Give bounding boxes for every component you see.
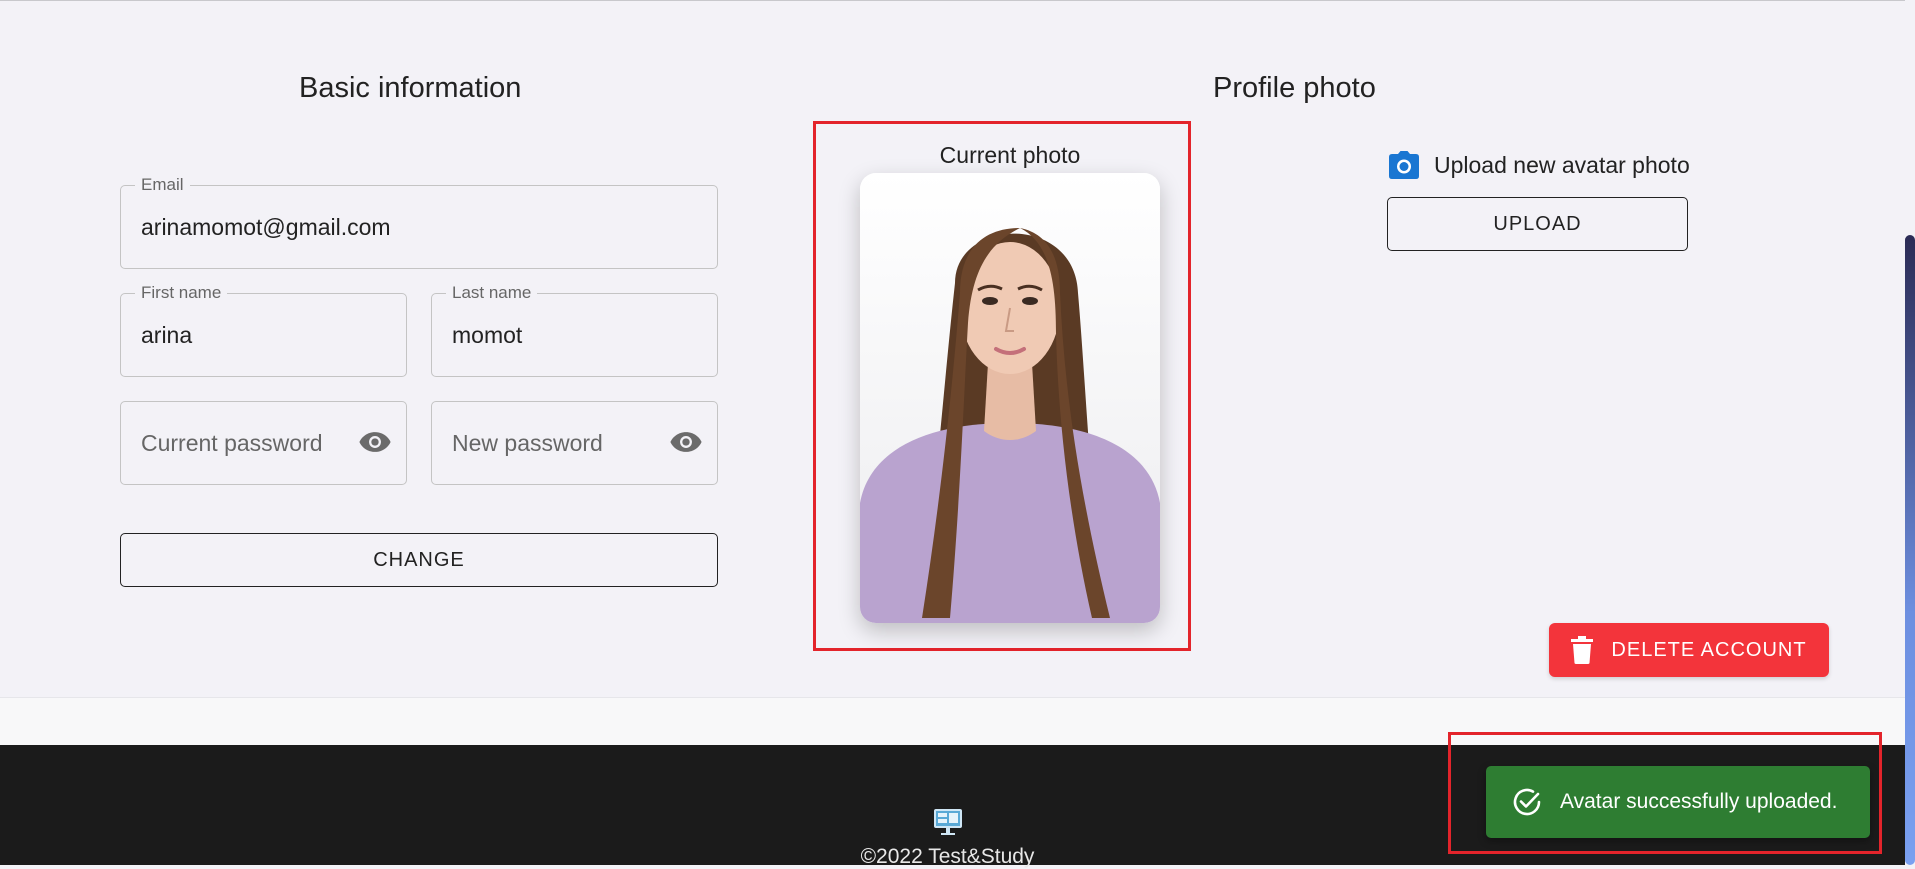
scrollbar-thumb[interactable] (1905, 235, 1915, 865)
monitor-logo-icon (934, 809, 962, 835)
top-divider (0, 0, 1905, 1)
change-button[interactable]: CHANGE (120, 533, 718, 587)
eye-icon[interactable] (358, 430, 392, 454)
email-label: Email (135, 175, 190, 195)
avatar-image (860, 173, 1160, 623)
first-name-field[interactable]: First name arina (120, 283, 407, 377)
check-circle-icon (1513, 788, 1541, 816)
trash-icon (1571, 636, 1594, 664)
eye-icon[interactable] (669, 430, 703, 454)
new-password-placeholder: New password (452, 430, 603, 456)
email-value: arinamomot@gmail.com (141, 214, 391, 240)
last-name-label: Last name (446, 283, 538, 303)
upload-text: Upload new avatar photo (1434, 151, 1690, 178)
profile-photo-title: Profile photo (1213, 72, 1376, 104)
basic-info-title: Basic information (299, 72, 522, 104)
toast-message: Avatar successfully uploaded. (1560, 790, 1838, 813)
delete-account-button[interactable]: DELETE ACCOUNT (1549, 623, 1829, 677)
current-photo-label: Current photo (939, 142, 1081, 168)
new-password-field[interactable]: New password (431, 401, 718, 485)
email-field[interactable]: Email arinamomot@gmail.com (120, 175, 718, 269)
avatar (860, 173, 1160, 623)
first-name-value: arina (141, 322, 193, 348)
current-password-placeholder: Current password (141, 430, 323, 456)
last-name-value: momot (452, 322, 523, 348)
camera-icon (1389, 151, 1419, 179)
first-name-label: First name (135, 283, 228, 303)
current-password-field[interactable]: Current password (120, 401, 407, 485)
upload-avatar-row: Upload new avatar photo (1388, 150, 1690, 180)
last-name-field[interactable]: Last name momot (431, 283, 718, 377)
success-toast: Avatar successfully uploaded. (1486, 766, 1870, 838)
upload-button[interactable]: UPLOAD (1387, 197, 1688, 251)
delete-account-label: DELETE ACCOUNT (1611, 638, 1807, 661)
